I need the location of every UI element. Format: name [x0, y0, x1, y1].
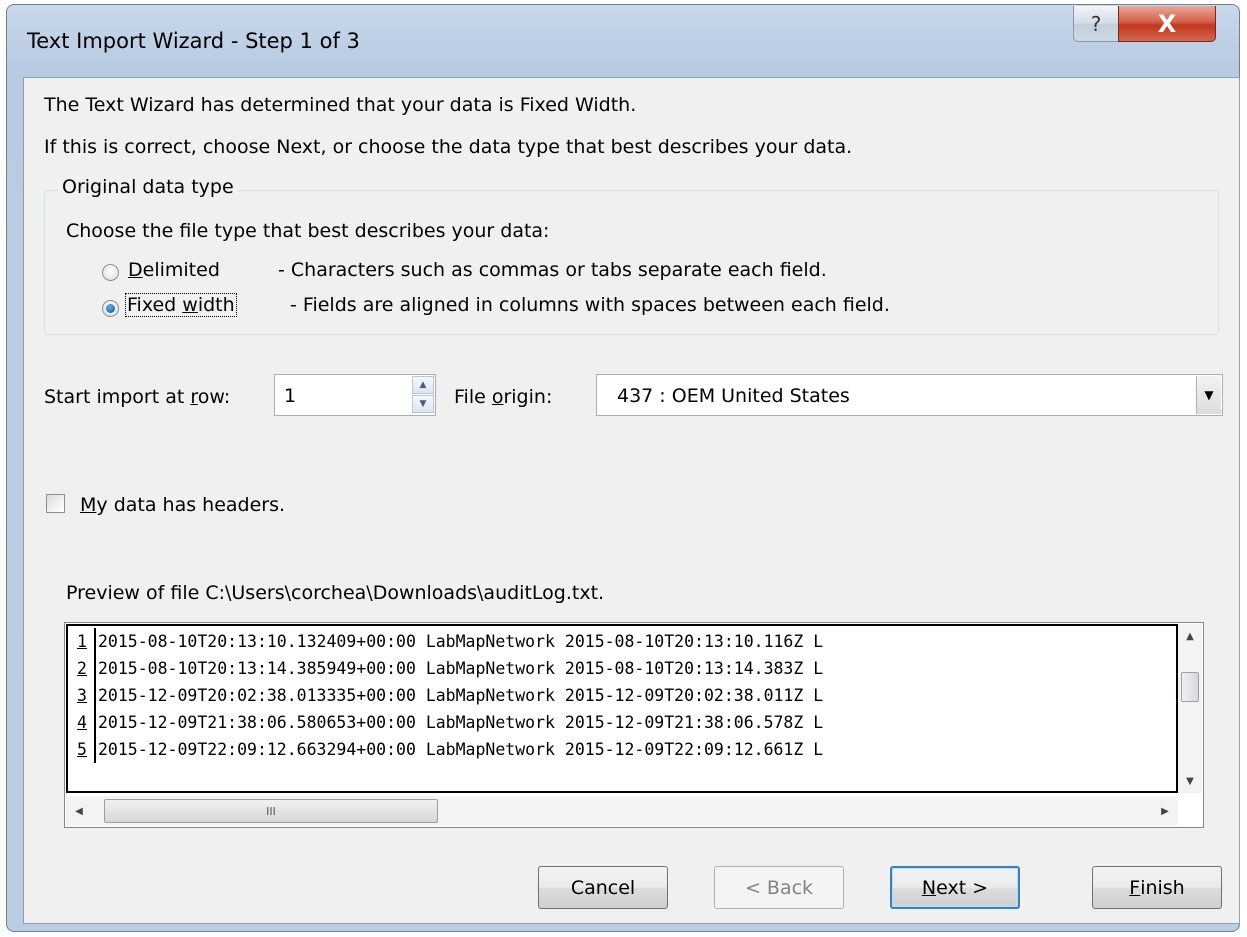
finish-button[interactable]: Finish [1092, 866, 1222, 909]
title-bar: Text Import Wizard - Step 1 of 3 ? X [7, 5, 1239, 77]
detection-message: The Text Wizard has determined that your… [44, 94, 637, 116]
start-row-stepper[interactable]: 1 ▲ ▼ [274, 374, 436, 416]
text-import-wizard-dialog: Text Import Wizard - Step 1 of 3 ? X The… [6, 4, 1240, 932]
preview-row: 5 2015-12-09T22:09:12.663294+00:00 LabMap… [68, 736, 823, 763]
stepper-up-icon[interactable]: ▲ [412, 376, 434, 394]
file-origin-label: File origin: [454, 386, 553, 408]
preview-row: 3 2015-12-09T20:02:38.013335+00:00 LabMap… [68, 682, 823, 709]
help-icon: ? [1090, 11, 1102, 36]
start-row-value[interactable]: 1 [284, 385, 296, 407]
preview-label: Preview of file C:\Users\corchea\Downloa… [66, 582, 605, 604]
file-origin-select[interactable]: 437 : OEM United States ▼ [596, 374, 1223, 416]
horizontal-scroll-thumb[interactable]: III [104, 799, 438, 823]
stepper-down-icon[interactable]: ▼ [412, 395, 434, 413]
scroll-up-icon[interactable]: ▲ [1178, 624, 1202, 648]
file-type-prompt: Choose the file type that best describes… [66, 220, 550, 242]
stepper-buttons: ▲ ▼ [412, 376, 434, 414]
start-row-label: Start import at row: [44, 386, 231, 408]
instruction-message: If this is correct, choose Next, or choo… [44, 136, 853, 158]
grip-icon: III [266, 804, 276, 818]
help-button[interactable]: ? [1073, 6, 1119, 42]
fixed-width-description: - Fields are aligned in columns with spa… [290, 294, 890, 316]
scroll-left-icon[interactable]: ◀ [66, 796, 92, 826]
scroll-down-icon[interactable]: ▼ [1178, 769, 1202, 793]
preview-text-area: 1 2015-08-10T20:13:10.132409+00:00 LabMap… [66, 624, 1178, 793]
group-title: Original data type [58, 176, 238, 198]
headers-checkbox-label[interactable]: My data has headers. [80, 494, 285, 516]
fixed-width-radio[interactable] [102, 300, 119, 317]
fixed-width-label[interactable]: Fixed width [125, 293, 237, 317]
delimited-description: - Characters such as commas or tabs sepa… [278, 259, 827, 281]
close-button[interactable]: X [1118, 6, 1216, 42]
vertical-scrollbar[interactable]: ▲ ▼ [1178, 624, 1202, 793]
dialog-body: The Text Wizard has determined that your… [23, 77, 1240, 924]
cancel-button[interactable]: Cancel [538, 866, 668, 909]
headers-checkbox[interactable] [46, 494, 65, 513]
preview-row: 1 2015-08-10T20:13:10.132409+00:00 LabMap… [68, 628, 823, 655]
delimited-label[interactable]: Delimited [128, 259, 220, 281]
next-button[interactable]: Next > [890, 866, 1020, 909]
preview-row: 2 2015-08-10T20:13:14.385949+00:00 LabMap… [68, 655, 823, 682]
file-origin-value: 437 : OEM United States [617, 385, 850, 407]
back-button[interactable]: < Back [714, 866, 844, 909]
vertical-scroll-thumb[interactable] [1181, 672, 1199, 702]
preview-row: 4 2015-12-09T21:38:06.580653+00:00 LabMap… [68, 709, 823, 736]
close-icon: X [1157, 9, 1177, 38]
scroll-right-icon[interactable]: ▶ [1152, 796, 1178, 826]
dropdown-arrow-icon[interactable]: ▼ [1196, 376, 1221, 414]
horizontal-scrollbar[interactable]: ◀ III ▶ [66, 796, 1178, 826]
delimited-radio[interactable] [102, 264, 119, 281]
window-title: Text Import Wizard - Step 1 of 3 [27, 29, 360, 53]
file-preview[interactable]: 1 2015-08-10T20:13:10.132409+00:00 LabMap… [64, 622, 1204, 828]
